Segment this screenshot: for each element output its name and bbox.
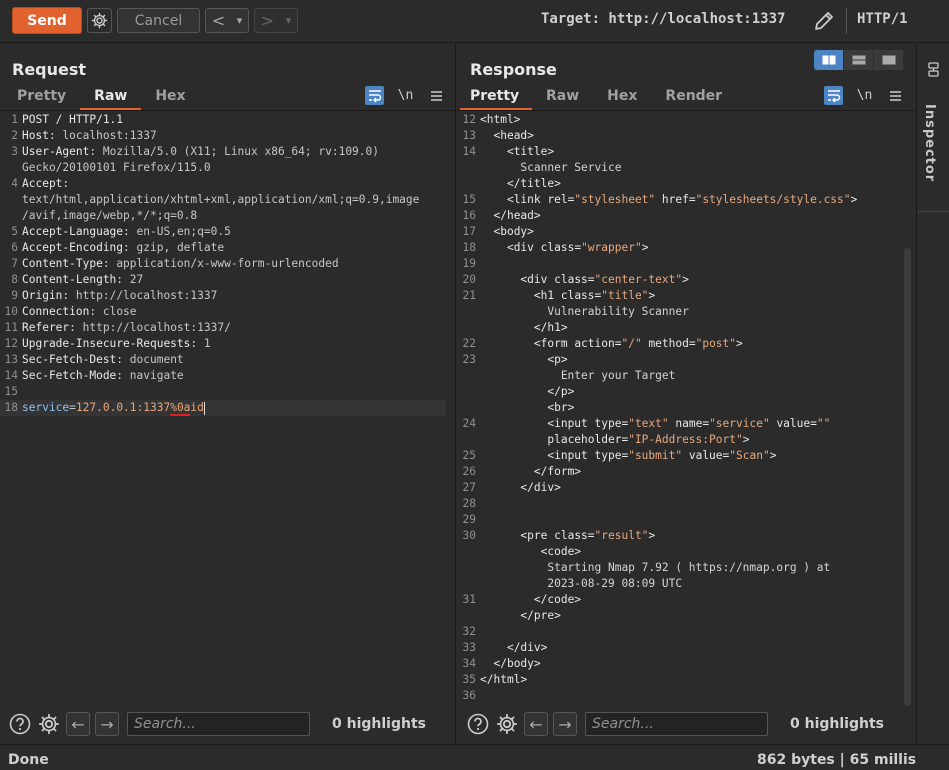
request-view-options: \n xyxy=(365,86,446,105)
help-icon xyxy=(467,713,489,735)
search-settings-button[interactable] xyxy=(37,712,61,736)
gear-icon xyxy=(91,12,108,29)
request-body-line[interactable]: 18 service=127.0.0.1:1337%0aid xyxy=(0,400,446,416)
menu-button[interactable] xyxy=(427,86,446,105)
toolbar-divider xyxy=(846,8,847,34)
hamburger-menu-icon xyxy=(431,90,442,101)
request-highlights-count: 0 highlights xyxy=(332,716,426,732)
response-scrollbar[interactable] xyxy=(904,248,911,706)
tab-pretty[interactable]: Pretty xyxy=(3,86,80,110)
request-search-input[interactable]: Search... xyxy=(127,712,310,736)
cancel-button[interactable]: Cancel xyxy=(117,8,200,33)
request-tabs: Pretty Raw Hex xyxy=(3,86,200,110)
response-panel: Response Pretty Raw Hex Render \n 12 <htm… xyxy=(458,44,917,744)
next-match-button[interactable]: → xyxy=(553,712,577,736)
response-stats: 862 bytes | 65 millis xyxy=(757,752,917,768)
wrap-lines-icon xyxy=(827,89,840,102)
response-search-input[interactable]: Search... xyxy=(585,712,768,736)
next-match-button[interactable]: → xyxy=(95,712,119,736)
inspector-tab[interactable]: Inspector xyxy=(918,52,949,212)
inspector-icon xyxy=(928,62,939,77)
tab-raw[interactable]: Raw xyxy=(80,86,142,110)
request-title: Request xyxy=(12,60,87,79)
help-button[interactable] xyxy=(8,712,32,736)
response-editor[interactable]: 12 <html> 13 <head> 14 <title> Scanner Se… xyxy=(458,112,904,706)
request-panel: Request Pretty Raw Hex \n 1 POST / HTTP/1… xyxy=(0,44,456,744)
settings-button[interactable] xyxy=(87,8,112,33)
layout-side-by-side-button[interactable] xyxy=(814,50,844,70)
help-button[interactable] xyxy=(466,712,490,736)
wrap-lines-toggle[interactable] xyxy=(365,86,384,105)
response-highlights-count: 0 highlights xyxy=(790,716,884,732)
response-tabs: Pretty Raw Hex Render xyxy=(460,86,736,110)
rows-icon xyxy=(852,55,865,65)
status-text: Done xyxy=(8,752,49,768)
text-cursor xyxy=(203,401,205,415)
columns-icon xyxy=(822,55,835,65)
request-editor[interactable]: 1 POST / HTTP/1.1 2 Host: localhost:1337 3… xyxy=(0,112,446,706)
tab-render[interactable]: Render xyxy=(651,86,736,110)
status-bar: Done 862 bytes | 65 millis xyxy=(0,744,949,770)
menu-button[interactable] xyxy=(886,86,905,105)
newline-toggle[interactable]: \n xyxy=(396,86,415,105)
wrap-lines-toggle[interactable] xyxy=(824,86,843,105)
gear-icon xyxy=(38,713,60,735)
pencil-icon xyxy=(815,12,833,30)
target-label: Target: http://localhost:1337 xyxy=(541,11,786,27)
single-pane-icon xyxy=(882,55,895,65)
tab-hex[interactable]: Hex xyxy=(141,86,199,110)
layout-toggle xyxy=(814,50,904,70)
arrow-right-icon: → xyxy=(558,714,572,734)
injected-newline: %0a xyxy=(170,401,191,416)
response-view-options: \n xyxy=(824,86,905,105)
request-search-bar: ← → Search... 0 highlights xyxy=(8,706,454,742)
arrow-left-icon: ← xyxy=(529,714,543,734)
arrow-right-icon: → xyxy=(100,714,114,734)
layout-tabs-button[interactable] xyxy=(874,50,904,70)
forward-dropdown-icon[interactable]: ▾ xyxy=(286,14,292,27)
tab-raw[interactable]: Raw xyxy=(532,86,593,110)
send-button[interactable]: Send xyxy=(12,7,82,34)
inspector-sidebar: Inspector xyxy=(918,44,949,744)
gear-icon xyxy=(496,713,518,735)
tab-divider xyxy=(458,110,917,111)
previous-match-button[interactable]: ← xyxy=(524,712,548,736)
top-toolbar: Send Cancel < ▾ > ▾ Target: http://local… xyxy=(0,0,949,43)
response-search-bar: ← → Search... 0 highlights xyxy=(466,706,912,742)
edit-target-button[interactable] xyxy=(812,9,836,33)
previous-match-button[interactable]: ← xyxy=(66,712,90,736)
tab-pretty[interactable]: Pretty xyxy=(460,86,532,110)
back-dropdown-icon[interactable]: ▾ xyxy=(237,14,243,27)
forward-arrow-icon: > xyxy=(260,11,275,30)
back-button[interactable]: < ▾ xyxy=(205,8,249,33)
wrap-lines-icon xyxy=(368,89,381,102)
hamburger-menu-icon xyxy=(890,90,901,101)
tab-divider xyxy=(0,110,456,111)
protocol-label[interactable]: HTTP/1 xyxy=(857,11,908,27)
inspector-label: Inspector xyxy=(922,104,937,183)
newline-toggle[interactable]: \n xyxy=(855,86,874,105)
tab-hex[interactable]: Hex xyxy=(593,86,651,110)
layout-stacked-button[interactable] xyxy=(844,50,874,70)
help-icon xyxy=(9,713,31,735)
response-title: Response xyxy=(470,60,557,79)
forward-button[interactable]: > ▾ xyxy=(254,8,298,33)
search-settings-button[interactable] xyxy=(495,712,519,736)
arrow-left-icon: ← xyxy=(71,714,85,734)
back-arrow-icon: < xyxy=(211,11,226,30)
